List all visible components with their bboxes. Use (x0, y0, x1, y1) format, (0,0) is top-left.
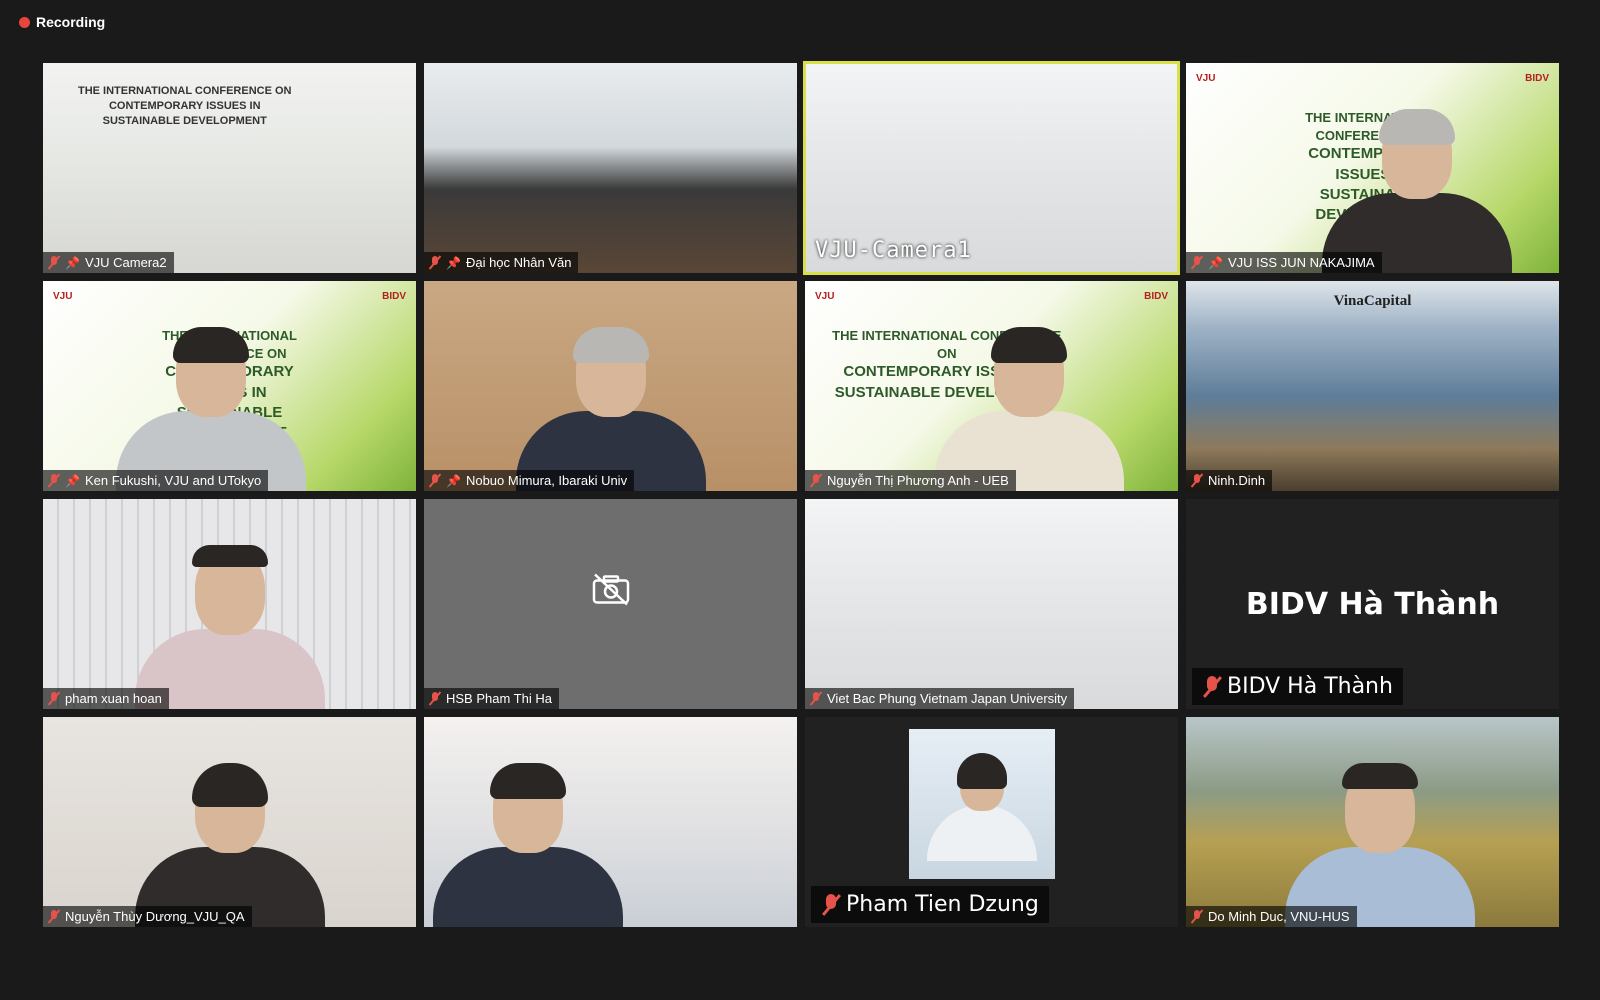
participant-video (933, 327, 1124, 491)
participant-name: Ken Fukushi, VJU and UTokyo (84, 473, 262, 488)
video-tile[interactable]: Nguyễn Thùy Dương_VJU_QA (43, 717, 416, 927)
participant-name-tag: 📌 VJU ISS JUN NAKAJIMA (1186, 252, 1382, 273)
banner-logos: VJU BIDV (53, 291, 406, 302)
bidv-logo: BIDV (382, 291, 406, 302)
participant-name: VJU ISS JUN NAKAJIMA (1227, 255, 1375, 270)
participant-name: Nguyễn Thị Phương Anh - UEB (827, 473, 1009, 488)
participant-name: HSB Pham Thi Ha (446, 691, 552, 706)
participant-name: Viet Bac Phung Vietnam Japan University (827, 691, 1068, 706)
participant-name: pham xuan hoan (65, 691, 162, 706)
participant-name-tag: Pham Tien Dzung (811, 886, 1049, 923)
participant-display-name: BIDV Hà Thành (1245, 587, 1500, 622)
mic-muted-icon (1191, 909, 1203, 924)
recording-label: Recording (36, 14, 106, 30)
pin-icon: 📌 (65, 255, 80, 270)
participant-name: Do Minh Duc, VNU-HUS (1208, 909, 1350, 924)
stage-banner: THE INTERNATIONAL CONFERENCE ON CONTEMPOR… (77, 85, 292, 127)
banner-logos: VJU BIDV (1196, 73, 1549, 84)
bidv-logo: BIDV (1144, 291, 1168, 302)
video-tile-active-speaker[interactable]: VJU-Camera1 (803, 61, 1180, 275)
participant-name-tag: pham xuan hoan (43, 688, 169, 709)
video-tile[interactable] (424, 717, 797, 927)
pin-icon: 📌 (65, 473, 80, 488)
mic-muted-icon (48, 691, 60, 706)
recording-indicator: Recording (19, 14, 105, 30)
participant-name-tag: Nguyễn Thùy Dương_VJU_QA (43, 906, 252, 927)
participant-video (433, 763, 624, 927)
participant-name-tag: Nguyễn Thị Phương Anh - UEB (805, 470, 1016, 491)
mic-muted-icon (1191, 255, 1203, 270)
mic-muted-icon (48, 255, 60, 270)
participant-name-tag: Viet Bac Phung Vietnam Japan University (805, 688, 1075, 709)
mic-muted-icon (810, 691, 822, 706)
video-tile[interactable]: 📌 Nobuo Mimura, Ibaraki Univ (424, 281, 797, 491)
participant-video (1284, 763, 1475, 927)
video-tile[interactable]: THE INTERNATIONAL CONFERENCE ON CONTEMPOR… (43, 63, 416, 273)
video-tile[interactable]: VJU BIDV THE INTERNATIONAL CONFERENCE ON… (805, 281, 1178, 491)
mic-muted-icon (48, 473, 60, 488)
pin-icon: 📌 (446, 255, 461, 270)
participant-name-tag: 📌 VJU Camera2 (43, 252, 174, 273)
video-tile-camera-off[interactable]: HSB Pham Thi Ha (424, 499, 797, 709)
participant-video (909, 729, 1055, 879)
participant-name: Đại học Nhân Văn (465, 255, 572, 270)
participant-name: Pham Tien Dzung (846, 892, 1039, 917)
vju-logo: VJU (1196, 73, 1216, 84)
participant-name-tag: 📌 Đại học Nhân Văn (424, 252, 579, 273)
participant-name-tag: 📌 Nobuo Mimura, Ibaraki Univ (424, 470, 635, 491)
mic-muted-icon (429, 255, 441, 270)
mic-muted-icon (429, 473, 441, 488)
video-tile[interactable]: pham xuan hoan (43, 499, 416, 709)
video-tile[interactable]: Pham Tien Dzung (805, 717, 1178, 927)
participant-name: VJU Camera2 (84, 255, 167, 270)
mic-muted-icon (1202, 675, 1222, 698)
participant-name-tag: Ninh.Dinh (1186, 470, 1273, 491)
video-tile[interactable]: VinaCapital Ninh.Dinh (1186, 281, 1559, 491)
participant-name-tag: HSB Pham Thi Ha (424, 688, 559, 709)
mic-muted-icon (429, 691, 441, 706)
participant-video (515, 327, 706, 491)
participant-name-tag: Do Minh Duc, VNU-HUS (1186, 906, 1357, 927)
video-tile[interactable]: VJU BIDV THE INTERNATIONAL CONFERENCE ON… (1186, 63, 1559, 273)
recording-dot-icon (19, 16, 30, 28)
camera-off-icon (591, 572, 631, 615)
participant-name: Nobuo Mimura, Ibaraki Univ (465, 473, 628, 488)
pin-icon: 📌 (1208, 255, 1223, 270)
mic-muted-icon (821, 893, 841, 916)
participant-name: Ninh.Dinh (1208, 473, 1266, 488)
participant-name: BIDV Hà Thành (1227, 674, 1393, 699)
participant-name-tag: BIDV Hà Thành (1192, 668, 1403, 705)
mic-muted-icon (48, 909, 60, 924)
vinacapital-logo: VinaCapital (1333, 293, 1412, 309)
mic-muted-icon (810, 473, 822, 488)
vju-logo: VJU (53, 291, 73, 302)
participant-video (134, 763, 325, 927)
banner-logos: VJU BIDV (815, 291, 1168, 302)
participant-name-tag: 📌 Ken Fukushi, VJU and UTokyo (43, 470, 269, 491)
bidv-logo: BIDV (1525, 73, 1549, 84)
participant-name: VJU-Camera1 (815, 238, 972, 263)
pin-icon: 📌 (446, 473, 461, 488)
video-tile[interactable]: BIDV Hà Thành BIDV Hà Thành (1186, 499, 1559, 709)
participant-video (134, 545, 325, 709)
video-tile[interactable]: VJU BIDV THE INTERNATIONAL CONFERENCE ON… (43, 281, 416, 491)
video-tile[interactable]: Viet Bac Phung Vietnam Japan University (805, 499, 1178, 709)
participant-name: Nguyễn Thùy Dương_VJU_QA (65, 909, 245, 924)
video-tile[interactable]: 📌 Đại học Nhân Văn (424, 63, 797, 273)
video-grid: THE INTERNATIONAL CONFERENCE ON CONTEMPOR… (43, 61, 1559, 928)
participant-video (1322, 109, 1513, 273)
vju-logo: VJU (815, 291, 835, 302)
participant-video (115, 327, 306, 491)
video-tile[interactable]: Do Minh Duc, VNU-HUS (1186, 717, 1559, 927)
mic-muted-icon (1191, 473, 1203, 488)
